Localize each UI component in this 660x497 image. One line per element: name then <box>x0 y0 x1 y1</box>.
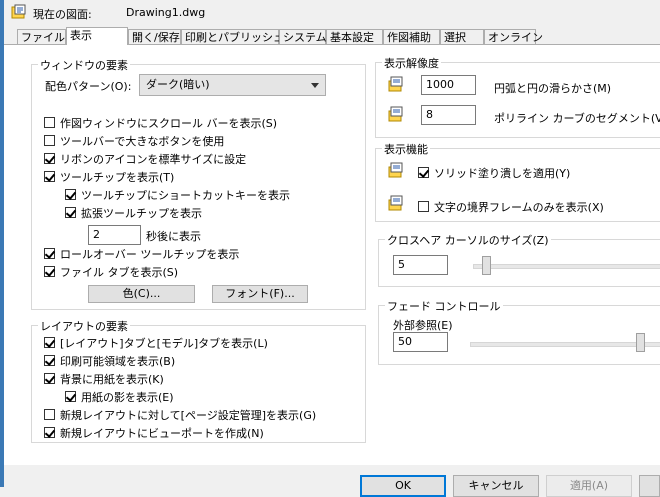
color-scheme-value: ダーク(暗い) <box>146 78 210 91</box>
tab-display[interactable]: 表示 <box>66 27 128 45</box>
drawing-file-icon <box>11 4 27 19</box>
arc-smoothness-label: 円弧と円の滑らかさ(M) <box>494 82 612 95</box>
ok-button[interactable]: OK <box>360 475 446 497</box>
layout-model-tabs-label: [レイアウト]タブと[モデル]タブを表示(L) <box>60 337 268 350</box>
crosshair-size-slider-thumb[interactable] <box>482 256 492 275</box>
current-drawing-label: 現在の図面: <box>33 8 92 21</box>
text-boundary-checkbox[interactable] <box>418 201 429 212</box>
xref-fade-slider-track[interactable] <box>470 342 660 347</box>
scrollbars-checkbox[interactable] <box>44 117 55 128</box>
display-resolution-group: 表示解像度 <box>375 55 660 138</box>
large-buttons-label: ツールバーで大きなボタンを使用 <box>60 135 225 148</box>
paper-background-checkbox[interactable] <box>44 373 55 384</box>
tooltip-shortcut-keys-label: ツールチップにショートカットキーを表示 <box>81 189 290 202</box>
color-scheme-label: 配色パターン(O): <box>45 80 132 93</box>
xref-fade-label: 外部参照(E) <box>393 319 453 332</box>
polyline-segments-input[interactable]: 8 <box>421 105 476 125</box>
tab-selection[interactable]: 選択 <box>440 29 484 44</box>
autocad-icon <box>388 76 404 92</box>
printable-area-label: 印刷可能領域を表示(B) <box>60 355 176 368</box>
extended-tooltips-checkbox[interactable] <box>65 207 76 218</box>
solid-fill-label: ソリッド塗り潰しを適用(Y) <box>434 167 571 180</box>
display-resolution-title: 表示解像度 <box>382 55 441 71</box>
colors-button[interactable]: 色(C)... <box>88 285 195 303</box>
show-tooltips-checkbox[interactable] <box>44 171 55 182</box>
tab-file[interactable]: ファイル <box>17 29 66 44</box>
ribbon-icon-size-label: リボンのアイコンを標準サイズに設定 <box>60 153 247 166</box>
rollover-tooltips-checkbox[interactable] <box>44 248 55 259</box>
crosshair-size-title: クロスヘア カーソルのサイズ(Z) <box>385 232 551 248</box>
tooltip-delay-input[interactable]: 2 <box>88 225 141 245</box>
create-viewport-checkbox[interactable] <box>44 427 55 438</box>
drawing-name: Drawing1.dwg <box>126 6 206 19</box>
large-buttons-checkbox[interactable] <box>44 135 55 146</box>
help-button[interactable] <box>639 475 660 497</box>
file-tabs-checkbox[interactable] <box>44 266 55 277</box>
tab-user-preferences[interactable]: 基本設定 <box>326 29 383 44</box>
tooltip-shortcut-keys-checkbox[interactable] <box>65 189 76 200</box>
crosshair-size-slider-track[interactable] <box>473 264 660 269</box>
ribbon-icon-size-checkbox[interactable] <box>44 153 55 164</box>
tab-online[interactable]: オンライン <box>484 29 543 44</box>
show-tooltips-label: ツールチップを表示(T) <box>60 171 175 184</box>
scrollbars-label: 作図ウィンドウにスクロール バーを表示(S) <box>60 117 278 130</box>
xref-fade-input[interactable]: 50 <box>393 332 448 352</box>
extended-tooltips-label: 拡張ツールチップを表示 <box>81 207 202 220</box>
fade-control-title: フェード コントロール <box>385 298 503 314</box>
polyline-segments-label: ポリライン カーブのセグメント(V) <box>494 112 660 125</box>
tab-plot-publish[interactable]: 印刷とパブリッシュ <box>181 29 284 44</box>
page-setup-manager-label: 新規レイアウトに対して[ページ設定管理]を表示(G) <box>60 409 317 422</box>
window-elements-title: ウィンドウの要素 <box>38 57 130 73</box>
chevron-down-icon <box>311 83 319 88</box>
tab-drafting[interactable]: 作図補助 <box>383 29 440 44</box>
tooltip-delay-suffix: 秒後に表示 <box>146 230 201 243</box>
page-setup-manager-checkbox[interactable] <box>44 409 55 420</box>
solid-fill-checkbox[interactable] <box>418 167 429 178</box>
color-scheme-dropdown[interactable]: ダーク(暗い) <box>139 74 326 96</box>
crosshair-size-input[interactable]: 5 <box>393 255 448 275</box>
text-boundary-label: 文字の境界フレームのみを表示(X) <box>434 201 604 214</box>
apply-button[interactable]: 適用(A) <box>546 475 632 497</box>
tab-bar: ファイル 表示 開く/保存 印刷とパブリッシュ システム 基本設定 作図補助 選… <box>17 27 660 45</box>
autocad-icon <box>388 106 404 122</box>
paper-background-label: 背景に用紙を表示(K) <box>60 373 164 386</box>
layout-model-tabs-checkbox[interactable] <box>44 337 55 348</box>
autocad-icon <box>388 195 404 211</box>
tab-system[interactable]: システム <box>279 29 327 44</box>
paper-shadow-label: 用紙の影を表示(E) <box>81 391 174 404</box>
layout-elements-title: レイアウトの要素 <box>38 318 130 334</box>
xref-fade-slider-thumb[interactable] <box>635 333 645 352</box>
printable-area-checkbox[interactable] <box>44 355 55 366</box>
file-tabs-label: ファイル タブを表示(S) <box>60 266 179 279</box>
rollover-tooltips-label: ロールオーバー ツールチップを表示 <box>60 248 240 261</box>
display-tab-panel: ウィンドウの要素 配色パターン(O): ダーク(暗い) 作図ウィンドウにスクロー… <box>4 44 660 465</box>
tab-open-save[interactable]: 開く/保存 <box>128 29 181 44</box>
arc-smoothness-input[interactable]: 1000 <box>421 75 476 95</box>
autocad-icon <box>388 162 404 178</box>
fonts-button[interactable]: フォント(F)... <box>212 285 308 303</box>
cancel-button[interactable]: キャンセル <box>453 475 539 497</box>
create-viewport-label: 新規レイアウトにビューポートを作成(N) <box>60 427 264 440</box>
paper-shadow-checkbox[interactable] <box>65 391 76 402</box>
display-performance-title: 表示機能 <box>382 141 430 157</box>
